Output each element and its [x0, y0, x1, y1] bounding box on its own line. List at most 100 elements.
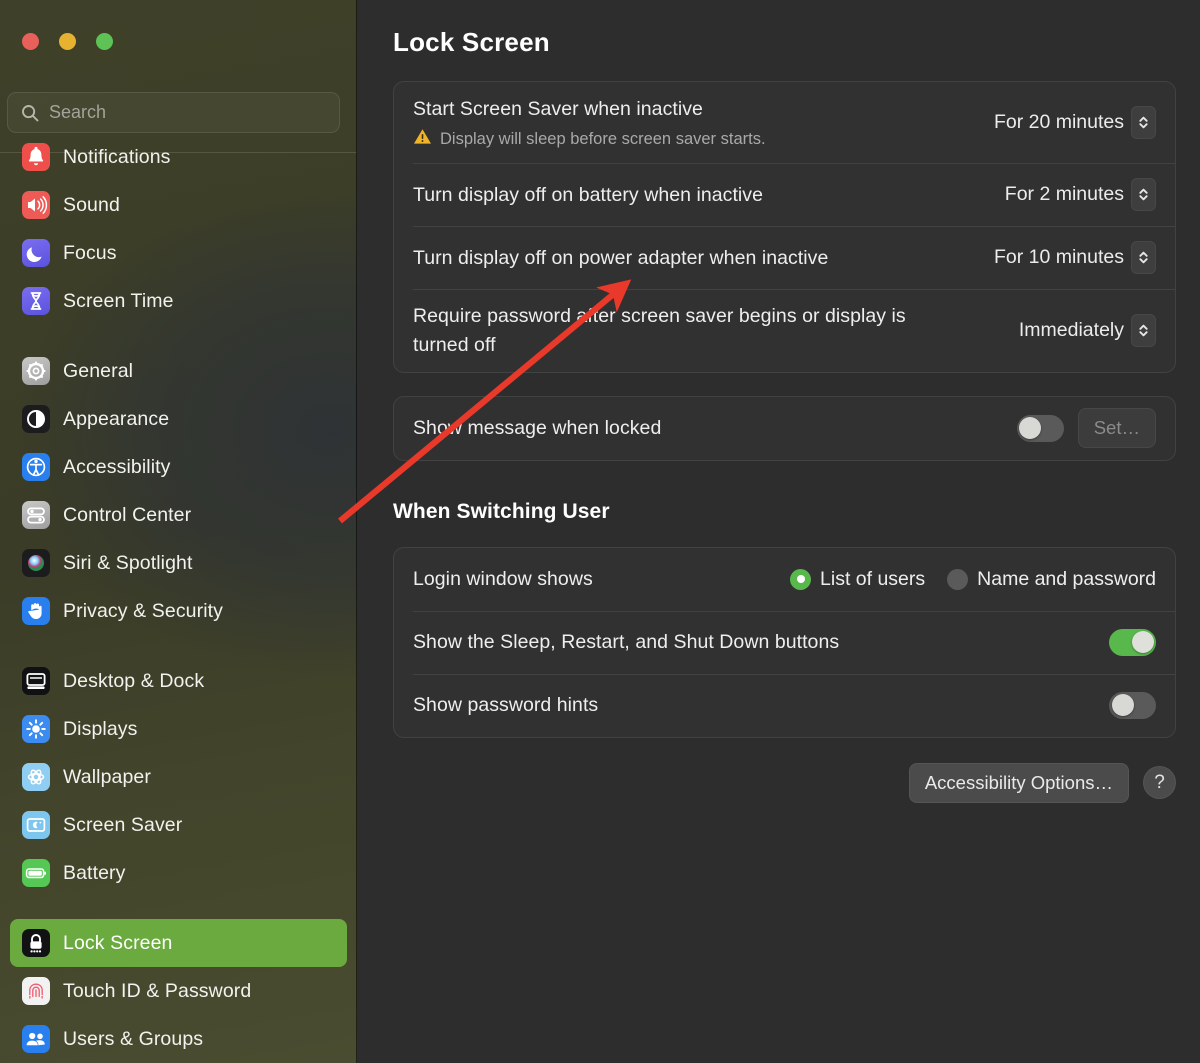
sidebar-item-label: Touch ID & Password — [63, 980, 251, 1003]
set-message-button[interactable]: Set… — [1078, 408, 1156, 448]
sidebar-item-label: Accessibility — [63, 456, 171, 479]
login-window-radio-group[interactable]: List of users Name and password — [790, 568, 1156, 591]
users-groups-icon — [22, 1025, 50, 1053]
sidebar-item-label: Notifications — [63, 146, 171, 169]
sidebar-item-label: Appearance — [63, 408, 169, 431]
warning-text: Display will sleep before screen saver s… — [440, 130, 766, 149]
stepper-chevrons-icon[interactable] — [1131, 241, 1156, 274]
power-adapter-display-off-stepper[interactable]: For 10 minutes — [994, 241, 1156, 274]
sidebar-item-sound[interactable]: Sound — [10, 181, 347, 229]
sidebar-item-notifications[interactable]: Notifications — [10, 133, 347, 181]
row-left: Require password after screen saver begi… — [413, 289, 953, 372]
sidebar-item-appearance[interactable]: Appearance — [10, 395, 347, 443]
search-icon — [20, 103, 40, 123]
radio-option-list-of-users[interactable]: List of users — [790, 568, 925, 591]
help-button[interactable]: ? — [1143, 766, 1176, 799]
stepper-value: For 10 minutes — [994, 246, 1124, 269]
sidebar-item-screen-saver[interactable]: Screen Saver — [10, 801, 347, 849]
row-label: Show message when locked — [413, 414, 661, 442]
traffic-lights — [22, 33, 113, 50]
row-login-window-shows: Login window shows List of users Name an… — [394, 548, 1175, 611]
row-label: Start Screen Saver when inactive — [413, 95, 766, 123]
stepper-chevrons-icon[interactable] — [1131, 106, 1156, 139]
sidebar-group-gap — [0, 897, 357, 919]
radio-button[interactable] — [790, 569, 811, 590]
sidebar-item-touch-id-password[interactable]: Touch ID & Password — [10, 967, 347, 1015]
row-label: Turn display off on power adapter when i… — [413, 244, 828, 272]
sidebar-item-battery[interactable]: Battery — [10, 849, 347, 897]
toggle-knob — [1019, 417, 1041, 439]
sidebar-item-label: Control Center — [63, 504, 191, 527]
sidebar-group-1: Notifications Sound Focus — [0, 133, 357, 325]
sidebar-item-label: Screen Saver — [63, 814, 182, 837]
row-show-password-hints: Show password hints — [394, 674, 1175, 737]
sidebar-nav[interactable]: Notifications Sound Focus — [0, 133, 357, 1063]
row-label: Login window shows — [413, 565, 593, 593]
row-left: Turn display off on battery when inactiv… — [413, 168, 763, 222]
password-hints-toggle[interactable] — [1109, 692, 1156, 719]
require-password-stepper[interactable]: Immediately — [1019, 314, 1156, 347]
toggle-knob — [1132, 631, 1154, 653]
sidebar-item-focus[interactable]: Focus — [10, 229, 347, 277]
sidebar-item-label: Focus — [63, 242, 117, 265]
sidebar-item-control-center[interactable]: Control Center — [10, 491, 347, 539]
warning-triangle-icon — [413, 128, 432, 150]
sidebar-item-users-groups[interactable]: Users & Groups — [10, 1015, 347, 1063]
warning-line: Display will sleep before screen saver s… — [413, 128, 766, 150]
notifications-icon — [22, 143, 50, 171]
sidebar-item-siri-spotlight[interactable]: Siri & Spotlight — [10, 539, 347, 587]
zoom-button[interactable] — [96, 33, 113, 50]
sidebar-item-lock-screen[interactable]: Lock Screen — [10, 919, 347, 967]
screen-saver-delay-stepper[interactable]: For 20 minutes — [994, 106, 1156, 139]
search-field[interactable] — [7, 92, 340, 133]
sidebar-item-label: Privacy & Security — [63, 600, 223, 623]
sidebar-item-accessibility[interactable]: Accessibility — [10, 443, 347, 491]
sidebar-item-label: Battery — [63, 862, 125, 885]
stepper-value: For 2 minutes — [1005, 183, 1124, 206]
sidebar-item-desktop-dock[interactable]: Desktop & Dock — [10, 657, 347, 705]
sidebar-item-privacy-security[interactable]: Privacy & Security — [10, 587, 347, 635]
radio-label: Name and password — [977, 568, 1156, 591]
sidebar-item-label: Users & Groups — [63, 1028, 203, 1051]
sleep-restart-shutdown-toggle[interactable] — [1109, 629, 1156, 656]
sidebar: Notifications Sound Focus — [0, 0, 357, 1063]
privacy-security-icon — [22, 597, 50, 625]
stepper-value: Immediately — [1019, 319, 1124, 342]
stepper-value: For 20 minutes — [994, 111, 1124, 134]
row-label: Require password after screen saver begi… — [413, 302, 953, 359]
minimize-button[interactable] — [59, 33, 76, 50]
accessibility-options-button[interactable]: Accessibility Options… — [909, 763, 1129, 803]
page-title: Lock Screen — [393, 27, 1176, 58]
accessibility-icon — [22, 453, 50, 481]
row-left: Start Screen Saver when inactive Display… — [413, 82, 766, 163]
stepper-chevrons-icon[interactable] — [1131, 178, 1156, 211]
row-display-off-battery: Turn display off on battery when inactiv… — [394, 163, 1175, 226]
radio-option-name-and-password[interactable]: Name and password — [947, 568, 1156, 591]
sidebar-group-gap — [0, 325, 357, 347]
sidebar-item-screen-time[interactable]: Screen Time — [10, 277, 347, 325]
sidebar-item-displays[interactable]: Displays — [10, 705, 347, 753]
sidebar-group-4: Lock Screen Touch ID & Password Users & … — [0, 919, 357, 1063]
desktop-dock-icon — [22, 667, 50, 695]
sidebar-item-label: Lock Screen — [63, 932, 173, 955]
sidebar-item-label: Desktop & Dock — [63, 670, 204, 693]
show-message-toggle[interactable] — [1017, 415, 1064, 442]
appearance-icon — [22, 405, 50, 433]
lock-screen-icon — [22, 929, 50, 957]
control-center-icon — [22, 501, 50, 529]
footer-actions: Accessibility Options… ? — [393, 763, 1176, 803]
sidebar-item-wallpaper[interactable]: Wallpaper — [10, 753, 347, 801]
row-show-sleep-restart-shutdown: Show the Sleep, Restart, and Shut Down b… — [394, 611, 1175, 674]
sidebar-item-general[interactable]: General — [10, 347, 347, 395]
stepper-chevrons-icon[interactable] — [1131, 314, 1156, 347]
wallpaper-icon — [22, 763, 50, 791]
close-button[interactable] — [22, 33, 39, 50]
lock-message-card: Show message when locked Set… — [393, 396, 1176, 461]
row-require-password: Require password after screen saver begi… — [394, 289, 1175, 372]
main-content: Lock Screen Start Screen Saver when inac… — [357, 0, 1200, 1063]
sound-icon — [22, 191, 50, 219]
battery-display-off-stepper[interactable]: For 2 minutes — [1005, 178, 1156, 211]
search-input[interactable] — [49, 102, 327, 123]
radio-button[interactable] — [947, 569, 968, 590]
sidebar-group-2: General Appearance Accessibility — [0, 347, 357, 635]
